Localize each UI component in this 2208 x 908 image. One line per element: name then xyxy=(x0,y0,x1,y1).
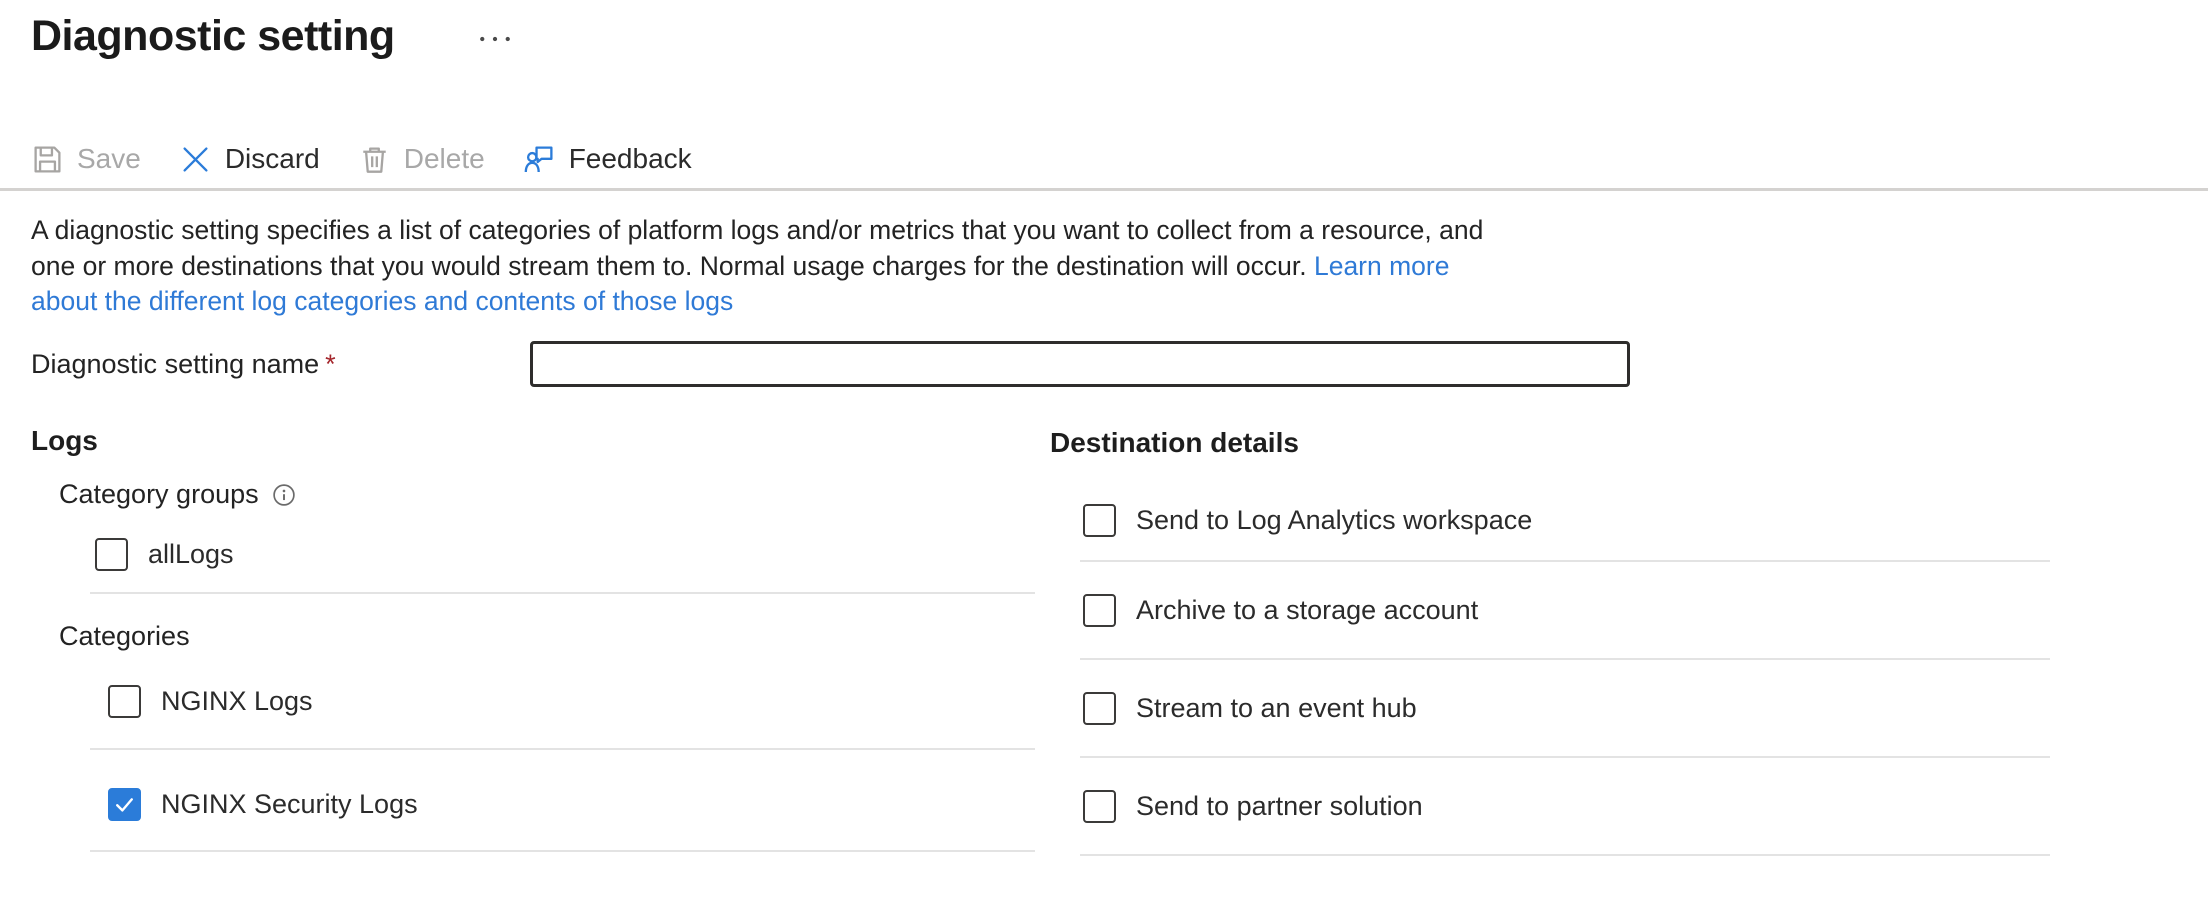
stream-to-event-hub-row: Stream to an event hub xyxy=(1083,691,1417,725)
categories-label: Categories xyxy=(59,621,190,652)
alllogs-label: allLogs xyxy=(148,539,234,570)
divider xyxy=(90,592,1035,594)
nginx-security-logs-row: NGINX Security Logs xyxy=(108,787,418,821)
delete-icon xyxy=(358,143,391,176)
name-field-label: Diagnostic setting name* xyxy=(31,349,336,380)
nginx-security-logs-label: NGINX Security Logs xyxy=(161,789,418,820)
delete-label: Delete xyxy=(404,143,485,175)
nginx-security-logs-checkbox[interactable] xyxy=(108,788,141,821)
divider xyxy=(90,850,1035,852)
category-groups-row: Category groups xyxy=(59,479,297,510)
category-groups-label: Category groups xyxy=(59,479,259,510)
info-icon[interactable] xyxy=(271,482,297,508)
archive-to-storage-checkbox[interactable] xyxy=(1083,594,1116,627)
alllogs-checkbox[interactable] xyxy=(95,538,128,571)
divider xyxy=(90,748,1035,750)
archive-to-storage-row: Archive to a storage account xyxy=(1083,593,1478,627)
save-button[interactable]: Save xyxy=(31,143,141,176)
save-icon xyxy=(31,143,64,176)
alllogs-row: allLogs xyxy=(95,537,234,571)
logs-heading: Logs xyxy=(31,425,98,457)
save-label: Save xyxy=(77,143,141,175)
nginx-logs-label: NGINX Logs xyxy=(161,686,313,717)
archive-to-storage-label: Archive to a storage account xyxy=(1136,595,1478,626)
description-body: A diagnostic setting specifies a list of… xyxy=(31,215,1483,281)
send-to-log-analytics-row: Send to Log Analytics workspace xyxy=(1083,503,1532,537)
send-to-partner-checkbox[interactable] xyxy=(1083,790,1116,823)
delete-button[interactable]: Delete xyxy=(358,143,485,176)
send-to-log-analytics-checkbox[interactable] xyxy=(1083,504,1116,537)
send-to-log-analytics-label: Send to Log Analytics workspace xyxy=(1136,505,1532,536)
page-title: Diagnostic setting xyxy=(31,12,395,61)
stream-to-event-hub-label: Stream to an event hub xyxy=(1136,693,1417,724)
discard-label: Discard xyxy=(225,143,320,175)
feedback-label: Feedback xyxy=(569,143,692,175)
divider xyxy=(1080,854,2050,856)
discard-icon xyxy=(179,143,212,176)
description-text: A diagnostic setting specifies a list of… xyxy=(31,213,1511,320)
divider xyxy=(1080,658,2050,660)
toolbar-divider xyxy=(0,188,2208,191)
more-menu-button[interactable] xyxy=(478,26,518,52)
send-to-partner-label: Send to partner solution xyxy=(1136,791,1423,822)
stream-to-event-hub-checkbox[interactable] xyxy=(1083,692,1116,725)
nginx-logs-row: NGINX Logs xyxy=(108,684,313,718)
required-asterisk: * xyxy=(325,349,336,379)
feedback-button[interactable]: Feedback xyxy=(523,143,692,176)
discard-button[interactable]: Discard xyxy=(179,143,320,176)
divider xyxy=(1080,560,2050,562)
nginx-logs-checkbox[interactable] xyxy=(108,685,141,718)
destination-details-heading: Destination details xyxy=(1050,427,1299,459)
command-bar: Save Discard Delete Fee xyxy=(31,134,692,184)
divider xyxy=(1080,756,2050,758)
feedback-icon xyxy=(523,143,556,176)
diagnostic-setting-name-input[interactable] xyxy=(530,341,1630,387)
send-to-partner-row: Send to partner solution xyxy=(1083,789,1423,823)
ellipsis-icon xyxy=(478,32,512,47)
